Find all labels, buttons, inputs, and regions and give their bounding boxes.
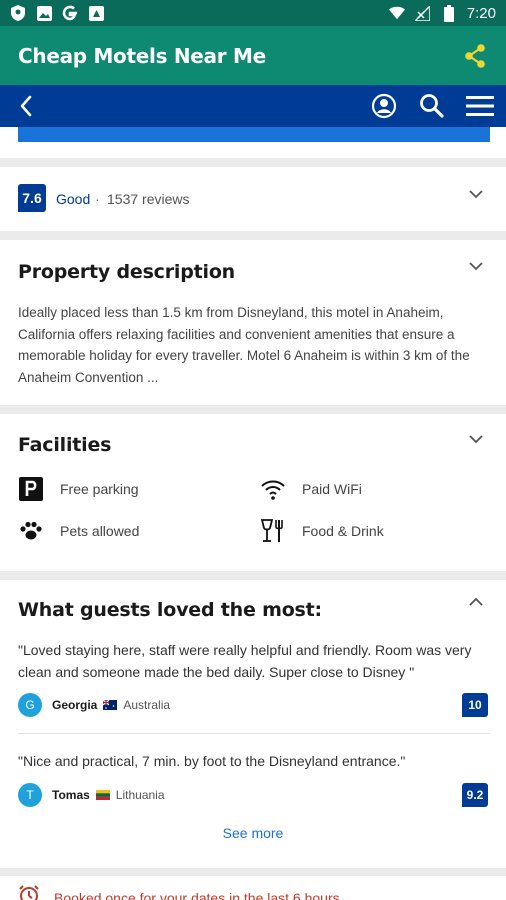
description-text: Ideally placed less than 1.5 km from Dis… (18, 305, 470, 385)
guests-card: What guests loved the most: "Loved stayi… (0, 580, 506, 868)
score-word: Good (56, 191, 91, 207)
back-arrow-icon[interactable] (12, 92, 40, 120)
facility-label: Food & Drink (302, 523, 384, 539)
food-drink-icon (260, 518, 286, 544)
review-score-badge: 10 (462, 693, 488, 717)
reviewer-name: Georgia (52, 698, 98, 712)
chevron-down-icon[interactable] (468, 258, 484, 274)
chevron-down-icon[interactable] (468, 431, 484, 447)
reviewer-country: Australia (123, 698, 171, 712)
signal-icon (415, 5, 431, 21)
chevron-down-icon[interactable] (468, 186, 484, 202)
score-badge: 7.6 (18, 184, 46, 212)
facility-label: Pets allowed (60, 523, 140, 539)
description-card: Property description Ideally placed less… (0, 240, 506, 405)
account-icon[interactable] (370, 92, 398, 120)
reviewer: G Georgia Australia (18, 693, 170, 717)
australia-flag-icon (103, 700, 118, 710)
review-quote: "Nice and practical, 7 min. by foot to t… (18, 753, 406, 769)
app-title: Cheap Motels Near Me (18, 43, 266, 68)
reviewer-name: Tomas (52, 788, 90, 802)
nav-bar (0, 85, 506, 127)
see-more-link[interactable]: See more (0, 825, 506, 841)
facility-item: Food & Drink (260, 518, 384, 544)
paw-icon (18, 518, 44, 544)
avatar: T (18, 783, 42, 807)
score-separator: · (95, 191, 100, 207)
rating-card[interactable]: 7.6 Good · 1537 reviews (0, 167, 506, 231)
facilities-card: Facilities Free parking Paid WiFi Pets a… (0, 414, 506, 571)
wifi-icon (260, 476, 286, 502)
parking-icon (18, 476, 44, 502)
review-count: 1537 reviews (107, 191, 190, 207)
image-icon (36, 5, 52, 21)
facility-label: Free parking (60, 481, 139, 497)
guests-title: What guests loved the most: (18, 599, 322, 621)
app-bar: Cheap Motels Near Me (0, 26, 506, 85)
facility-item: Pets allowed (18, 518, 139, 544)
facility-item: Free parking (18, 476, 139, 502)
facilities-title: Facilities (18, 434, 112, 456)
chevron-up-icon[interactable] (468, 594, 484, 610)
reviewer-country: Lithuania (115, 788, 165, 802)
search-icon[interactable] (418, 92, 446, 120)
wifi-icon (388, 5, 405, 21)
reviewer: T Tomas Lithuania (18, 783, 165, 807)
shield-icon (10, 5, 26, 21)
facility-label: Paid WiFi (302, 481, 362, 497)
review-quote: "Loved staying here, staff were really h… (18, 642, 472, 680)
facility-item: Paid WiFi (260, 476, 362, 502)
top-card (0, 127, 506, 158)
box-icon (88, 5, 104, 21)
divider (18, 733, 490, 734)
booked-alert-text: Booked once for your dates in the last 6… (54, 890, 340, 900)
battery-icon (441, 4, 457, 22)
lithuania-flag-icon (95, 790, 110, 800)
share-icon[interactable] (462, 43, 488, 69)
status-bar: 7:20 (0, 0, 506, 26)
google-icon (62, 5, 78, 21)
menu-icon[interactable] (466, 92, 494, 120)
status-time: 7:20 (466, 4, 496, 22)
description-title: Property description (18, 261, 236, 283)
book-button-strip[interactable] (18, 127, 490, 142)
review-score-badge: 9.2 (462, 783, 488, 807)
avatar: G (18, 693, 42, 717)
booked-alert-card: Booked once for your dates in the last 6… (0, 876, 506, 900)
alarm-clock-icon (19, 885, 39, 900)
